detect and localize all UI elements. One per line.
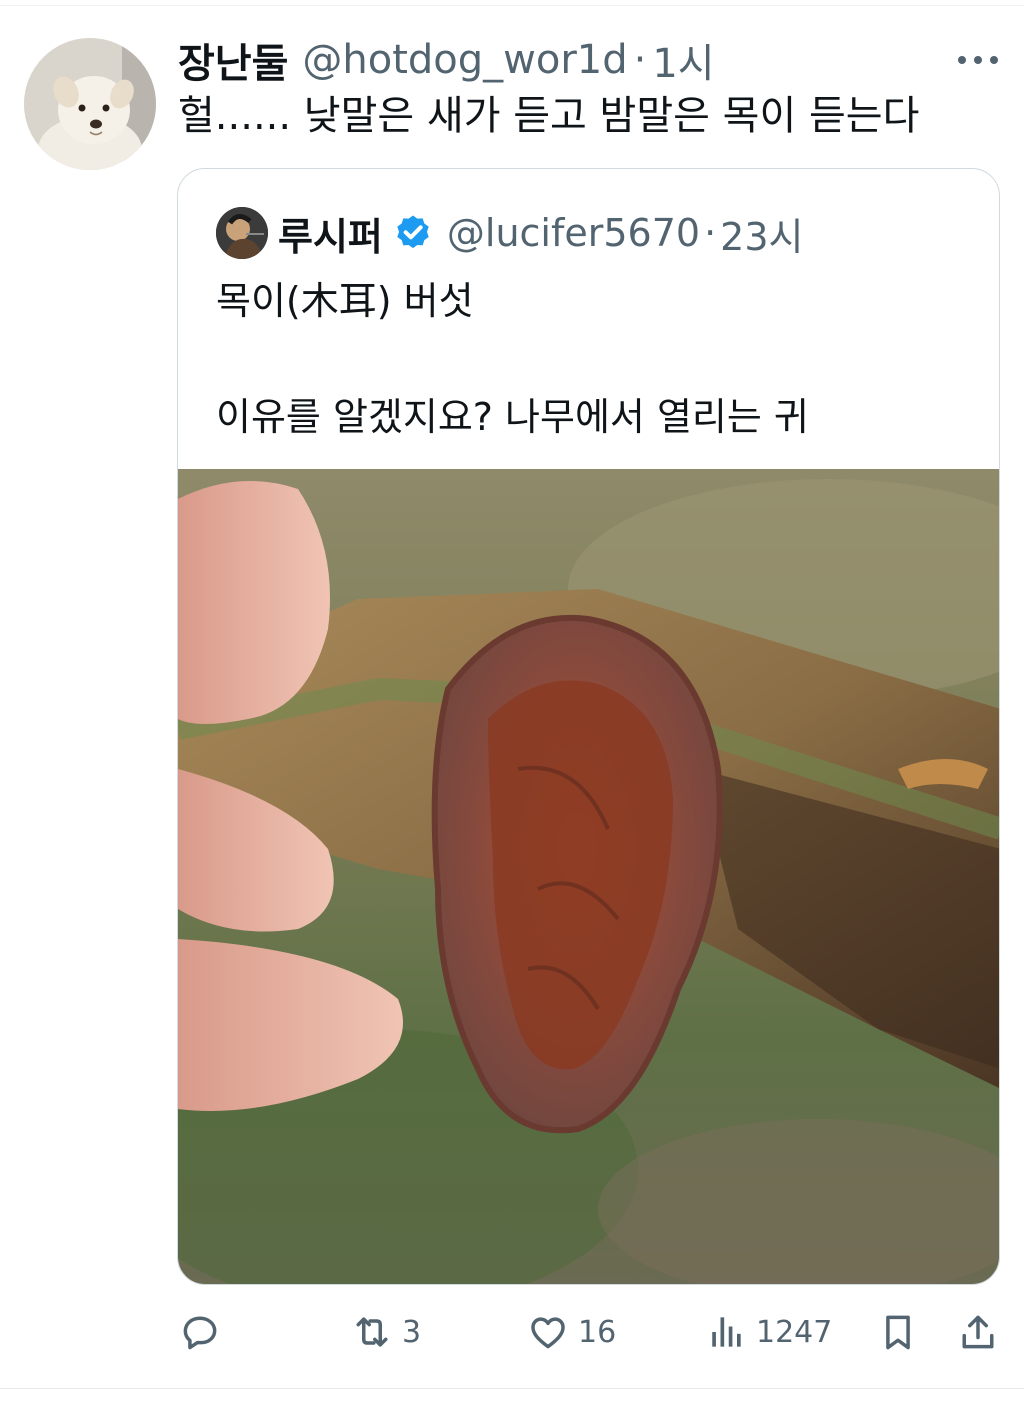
views-button[interactable]: 1247 <box>704 1300 832 1364</box>
quoted-text-line-2: 이유를 알겠지요? 나무에서 열리는 귀 <box>216 395 809 439</box>
action-bar: 3 16 1247 <box>0 1300 1024 1364</box>
tweet-text: 헐...... 낮말은 새가 듣고 밤말은 목이 듣는다 <box>178 93 920 139</box>
quoted-display-name[interactable]: 루시퍼 <box>278 206 383 261</box>
display-name[interactable]: 장난둘 <box>178 31 288 89</box>
verified-badge-icon <box>397 215 429 249</box>
like-button[interactable]: 16 <box>526 1300 616 1364</box>
quoted-user-handle[interactable]: @lucifer5670 <box>447 211 700 255</box>
reply-icon <box>183 1316 217 1350</box>
retweet-count: 3 <box>402 1314 422 1350</box>
views-count: 1247 <box>756 1314 833 1350</box>
tweet[interactable]: 장난둘 @hotdog_wor1d · 1시 헐...... 낮말은 새가 듣고… <box>0 0 1024 1388</box>
avatar[interactable] <box>24 38 156 170</box>
quoted-separator-dot: · <box>704 211 717 255</box>
bookmark-button[interactable] <box>876 1300 920 1364</box>
quoted-header: 루시퍼 @lucifer5670 · 23시 <box>278 205 804 261</box>
share-icon <box>962 1315 994 1349</box>
separator-dot: · <box>633 37 647 83</box>
like-count: 16 <box>578 1314 617 1350</box>
quoted-text-line-1: 목이(木耳) 버섯 <box>216 279 474 323</box>
puppy-avatar-image <box>24 38 156 170</box>
retweet-button[interactable]: 3 <box>350 1300 421 1364</box>
tweet-header: 장난둘 @hotdog_wor1d · 1시 <box>178 32 715 88</box>
quoted-tweet[interactable]: 루시퍼 @lucifer5670 · 23시 목이(木耳) 버섯 이유를 알겠지… <box>177 168 1000 1285</box>
views-icon <box>712 1317 741 1347</box>
quoted-timestamp[interactable]: 23시 <box>720 206 803 261</box>
bottom-divider <box>0 1388 1024 1389</box>
quoted-avatar[interactable] <box>216 207 268 259</box>
wood-ear-mushroom-image <box>178 469 999 1284</box>
share-button[interactable] <box>956 1300 1000 1364</box>
heart-icon <box>531 1317 565 1349</box>
mushroom-photo[interactable] <box>178 469 999 1284</box>
more-options-icon[interactable] <box>958 50 998 70</box>
quoted-avatar-image <box>216 207 268 259</box>
bookmark-icon <box>886 1315 910 1350</box>
retweet-icon <box>356 1317 388 1347</box>
user-handle[interactable]: @hotdog_wor1d <box>302 37 627 83</box>
timestamp[interactable]: 1시 <box>652 31 714 89</box>
reply-button[interactable] <box>178 1300 230 1364</box>
